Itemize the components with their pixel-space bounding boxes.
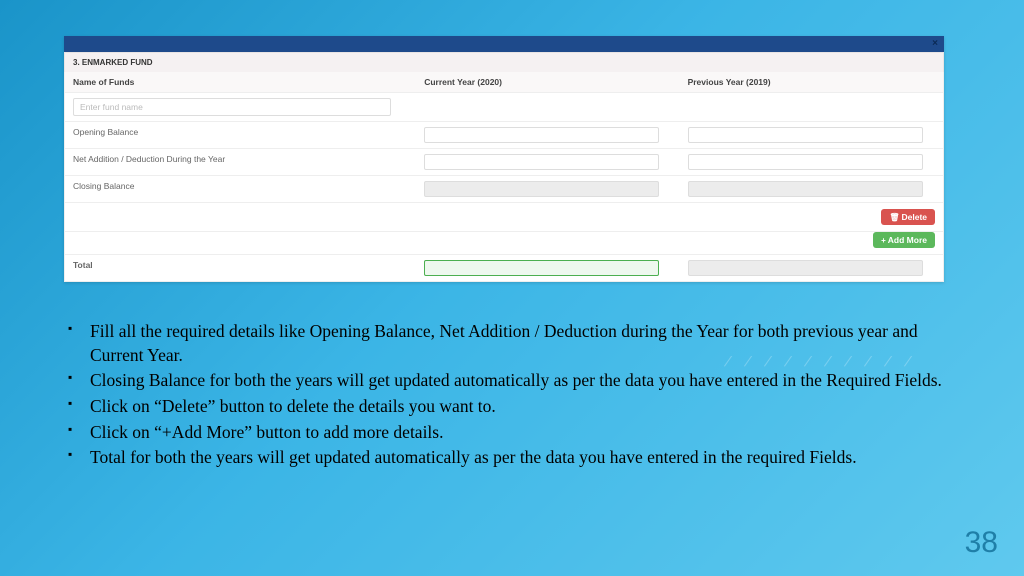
plus-icon: + — [881, 236, 886, 245]
delete-button-label: Delete — [901, 212, 927, 222]
delete-button[interactable]: 🗑Delete — [881, 209, 935, 225]
table-row: Opening Balance — [64, 122, 944, 149]
col-previous-year: Previous Year (2019) — [680, 72, 943, 92]
instruction-item: Closing Balance for both the years will … — [88, 369, 944, 393]
add-more-button-label: Add More — [888, 235, 927, 245]
instruction-item: Click on “Delete” button to delete the d… — [88, 395, 944, 419]
app-title-bar: × — [64, 36, 944, 52]
net-current-input[interactable] — [424, 154, 659, 170]
action-button-row: +Add More — [64, 232, 944, 255]
instruction-item: Click on “+Add More” button to add more … — [88, 421, 944, 445]
add-more-button[interactable]: +Add More — [873, 232, 935, 248]
row-opening-balance: Opening Balance — [65, 122, 416, 148]
net-previous-input[interactable] — [688, 154, 923, 170]
instructions-block: Fill all the required details like Openi… — [64, 320, 944, 472]
opening-previous-input[interactable] — [688, 127, 923, 143]
instruction-item: Fill all the required details like Openi… — [88, 320, 944, 367]
opening-current-input[interactable] — [424, 127, 659, 143]
page-number: 38 — [965, 526, 998, 560]
action-button-row: 🗑Delete — [64, 203, 944, 232]
table-row: Closing Balance — [64, 176, 944, 203]
trash-icon: 🗑 — [889, 213, 899, 222]
row-total: Total — [65, 255, 416, 281]
row-net-addition: Net Addition / Deduction During the Year — [65, 149, 416, 175]
closing-current-output — [424, 181, 659, 197]
total-current-output — [424, 260, 659, 276]
close-icon[interactable]: × — [932, 38, 938, 49]
section-title: 3. ENMARKED FUND — [64, 52, 944, 72]
row-closing-balance: Closing Balance — [65, 176, 416, 202]
col-current-year: Current Year (2020) — [416, 72, 679, 92]
fund-name-input[interactable] — [73, 98, 391, 116]
col-name-of-funds: Name of Funds — [65, 72, 416, 92]
table-row: Total — [64, 255, 944, 282]
instruction-item: Total for both the years will get update… — [88, 446, 944, 470]
table-row: Net Addition / Deduction During the Year — [64, 149, 944, 176]
total-previous-output — [688, 260, 923, 276]
table-row — [64, 93, 944, 122]
closing-previous-output — [688, 181, 923, 197]
table-header-row: Name of Funds Current Year (2020) Previo… — [64, 72, 944, 93]
app-window: × 3. ENMARKED FUND Name of Funds Current… — [64, 36, 944, 282]
